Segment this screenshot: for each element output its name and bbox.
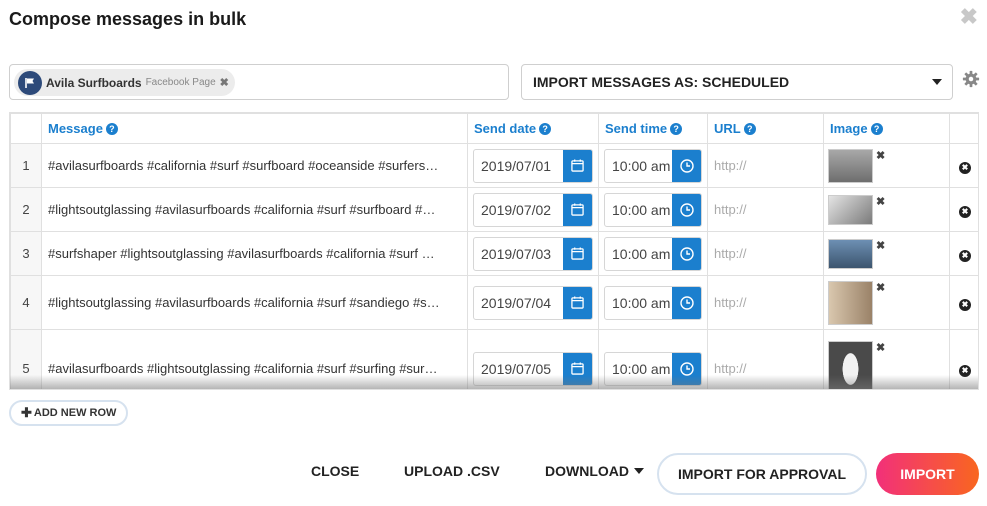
send-date-input[interactable]: 2019/07/01 bbox=[473, 148, 593, 183]
image-thumbnail bbox=[828, 340, 873, 389]
profile-type: Facebook Page bbox=[145, 77, 216, 88]
profile-name: Avila Surfboards bbox=[46, 75, 142, 90]
row-number: 1 bbox=[10, 143, 42, 188]
clock-icon[interactable] bbox=[672, 193, 701, 226]
add-new-row-label: ADD NEW ROW bbox=[33, 407, 117, 419]
caret-down-icon bbox=[634, 468, 644, 474]
import-mode-value: IMPORT MESSAGES AS: SCHEDULED bbox=[533, 74, 790, 90]
remove-image-icon[interactable]: ✖ bbox=[876, 341, 885, 354]
send-date-input[interactable]: 2019/07/04 bbox=[473, 285, 593, 320]
header-url: URL? bbox=[707, 113, 824, 144]
image-thumbnail bbox=[828, 280, 873, 325]
calendar-icon[interactable] bbox=[563, 352, 592, 385]
send-time-input[interactable]: 10:00 am bbox=[604, 351, 702, 386]
download-button[interactable]: DOWNLOAD bbox=[545, 463, 644, 479]
send-time-input[interactable]: 10:00 am bbox=[604, 148, 702, 183]
delete-row-icon[interactable]: ✖ bbox=[959, 364, 971, 377]
download-label: DOWNLOAD bbox=[545, 463, 629, 479]
send-time-input[interactable]: 10:00 am bbox=[604, 285, 702, 320]
import-for-approval-button[interactable]: IMPORT FOR APPROVAL bbox=[657, 453, 867, 495]
calendar-icon[interactable] bbox=[563, 237, 592, 270]
remove-profile-icon[interactable]: ✖ bbox=[220, 76, 229, 89]
calendar-icon[interactable] bbox=[563, 193, 592, 226]
flag-icon bbox=[18, 70, 42, 95]
row-number: 5 bbox=[10, 329, 42, 389]
message-cell[interactable]: #avilasurfboards #california #surf #surf… bbox=[41, 143, 468, 188]
clock-icon[interactable] bbox=[672, 352, 701, 385]
header-send-date: Send date? bbox=[467, 113, 599, 144]
message-cell[interactable]: #surfshaper #lightsoutglassing #avilasur… bbox=[41, 231, 468, 276]
image-thumbnail bbox=[828, 148, 873, 183]
clock-icon[interactable] bbox=[672, 286, 701, 319]
header-message: Message? bbox=[41, 113, 468, 144]
image-thumbnail bbox=[828, 238, 873, 269]
profile-selector[interactable]: Avila Surfboards Facebook Page ✖ bbox=[9, 64, 509, 100]
table-row: 1 #avilasurfboards #california #surf #su… bbox=[10, 143, 978, 188]
upload-csv-button[interactable]: UPLOAD .CSV bbox=[404, 463, 500, 479]
header-send-time: Send time? bbox=[598, 113, 708, 144]
import-button[interactable]: IMPORT bbox=[876, 453, 979, 495]
message-cell[interactable]: #lightsoutglassing #avilasurfboards #cal… bbox=[41, 275, 468, 330]
table-row: 2 #lightsoutglassing #avilasurfboards #c… bbox=[10, 187, 978, 232]
close-icon[interactable]: ✖ bbox=[960, 6, 978, 28]
url-cell[interactable]: http:// bbox=[707, 143, 824, 188]
image-thumbnail bbox=[828, 194, 873, 225]
delete-row-icon[interactable]: ✖ bbox=[959, 249, 971, 262]
clock-icon[interactable] bbox=[672, 237, 701, 270]
header-row-number bbox=[10, 113, 42, 144]
remove-image-icon[interactable]: ✖ bbox=[876, 239, 885, 252]
messages-table: Message? Send date? Send time? URL? Imag… bbox=[9, 112, 979, 390]
caret-down-icon bbox=[932, 79, 942, 85]
table-header-row: Message? Send date? Send time? URL? Imag… bbox=[10, 113, 978, 144]
clock-icon[interactable] bbox=[672, 149, 701, 182]
profile-chip: Avila Surfboards Facebook Page ✖ bbox=[14, 69, 235, 96]
help-icon[interactable]: ? bbox=[105, 123, 118, 135]
row-number: 2 bbox=[10, 187, 42, 232]
calendar-icon[interactable] bbox=[563, 149, 592, 182]
delete-row-icon[interactable]: ✖ bbox=[959, 161, 971, 174]
close-button[interactable]: CLOSE bbox=[311, 463, 359, 479]
delete-row-icon[interactable]: ✖ bbox=[959, 298, 971, 311]
header-actions bbox=[949, 113, 978, 144]
dialog-title: Compose messages in bulk bbox=[9, 9, 247, 29]
row-number: 3 bbox=[10, 231, 42, 276]
calendar-icon[interactable] bbox=[563, 286, 592, 319]
help-icon[interactable]: ? bbox=[670, 123, 683, 135]
help-icon[interactable]: ? bbox=[743, 123, 756, 135]
url-cell[interactable]: http:// bbox=[707, 187, 824, 232]
plus-icon: ✚ bbox=[21, 405, 32, 420]
table-row: 5 #avilasurfboards #lightsoutglassing #c… bbox=[10, 329, 978, 389]
url-cell[interactable]: http:// bbox=[707, 329, 824, 389]
header-image: Image? bbox=[823, 113, 950, 144]
url-cell[interactable]: http:// bbox=[707, 275, 824, 330]
message-cell[interactable]: #avilasurfboards #lightsoutglassing #cal… bbox=[41, 329, 468, 389]
table-row: 4 #lightsoutglassing #avilasurfboards #c… bbox=[10, 275, 978, 330]
url-cell[interactable]: http:// bbox=[707, 231, 824, 276]
send-date-input[interactable]: 2019/07/05 bbox=[473, 351, 593, 386]
send-date-input[interactable]: 2019/07/02 bbox=[473, 192, 593, 227]
table-row: 3 #surfshaper #lightsoutglassing #avilas… bbox=[10, 231, 978, 276]
help-icon[interactable]: ? bbox=[539, 123, 552, 135]
send-date-input[interactable]: 2019/07/03 bbox=[473, 236, 593, 271]
remove-image-icon[interactable]: ✖ bbox=[876, 281, 885, 294]
delete-row-icon[interactable]: ✖ bbox=[959, 205, 971, 218]
message-cell[interactable]: #lightsoutglassing #avilasurfboards #cal… bbox=[41, 187, 468, 232]
add-new-row-button[interactable]: ✚ ADD NEW ROW bbox=[9, 400, 129, 426]
gear-icon[interactable] bbox=[962, 70, 980, 88]
remove-image-icon[interactable]: ✖ bbox=[876, 195, 885, 208]
remove-image-icon[interactable]: ✖ bbox=[876, 149, 885, 162]
send-time-input[interactable]: 10:00 am bbox=[604, 236, 702, 271]
send-time-input[interactable]: 10:00 am bbox=[604, 192, 702, 227]
row-number: 4 bbox=[10, 275, 42, 330]
help-icon[interactable]: ? bbox=[870, 123, 883, 135]
import-mode-select[interactable]: IMPORT MESSAGES AS: SCHEDULED bbox=[521, 64, 953, 100]
